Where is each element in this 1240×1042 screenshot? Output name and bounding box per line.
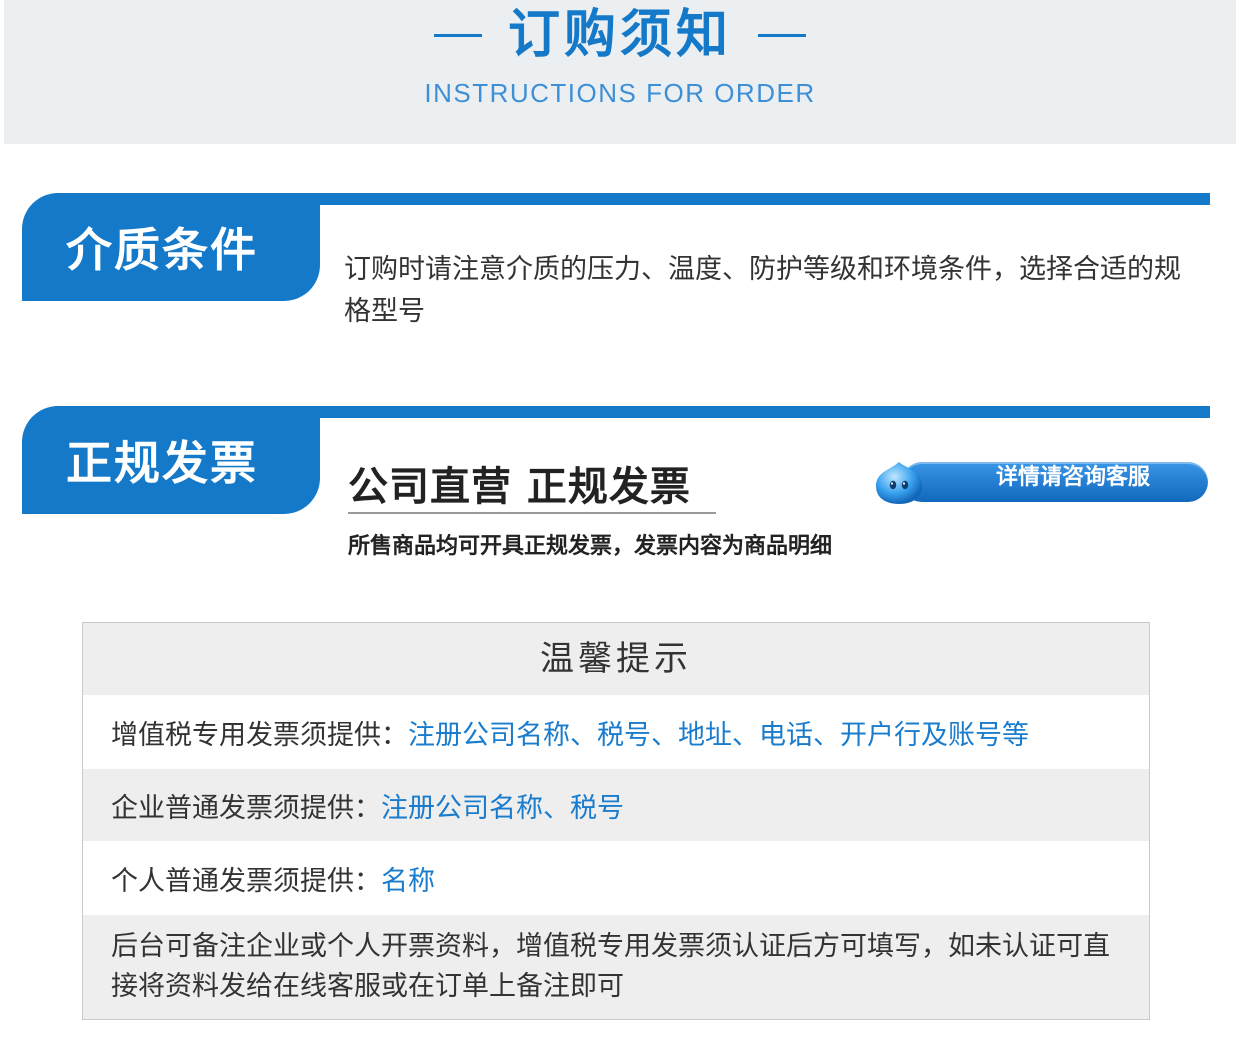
medium-conditions-section: 介质条件 订购时请注意介质的压力、温度、防护等级和环境条件，选择合适的规格型号 <box>22 193 1210 333</box>
tips-row-vat-invoice: 增值税专用发票须提供： 注册公司名称、税号、地址、电话、开户行及账号等 <box>83 695 1149 769</box>
consult-button-label: 详情请咨询客服 <box>995 465 1150 490</box>
page-header: 订购须知 INSTRUCTIONS FOR ORDER <box>4 0 1236 144</box>
invoice-note: 所售商品均可开具正规发票，发票内容为商品明细 <box>348 534 833 559</box>
page-title: 订购须知 <box>507 4 732 65</box>
section-tab-label: 正规发票 <box>66 436 258 490</box>
tips-table: 温馨提示 增值税专用发票须提供： 注册公司名称、税号、地址、电话、开户行及账号等 … <box>82 622 1150 1020</box>
tips-row-label: 增值税专用发票须提供： <box>111 719 408 751</box>
tips-note: 后台可备注企业或个人开票资料，增值税专用发票须认证后方可填写，如未认证可直接将资… <box>111 931 1110 1002</box>
medium-conditions-text: 订购时请注意介质的压力、温度、防护等级和环境条件，选择合适的规格型号 <box>344 254 1181 327</box>
tips-note-row: 后台可备注企业或个人开票资料，增值税专用发票须认证后方可填写，如未认证可直接将资… <box>83 915 1149 1019</box>
tips-row-label: 个人普通发票须提供： <box>111 865 381 897</box>
tips-row-company-invoice: 企业普通发票须提供： 注册公司名称、税号 <box>83 769 1149 841</box>
section-bar <box>292 193 1210 205</box>
consult-customer-service-button[interactable]: 详情请咨询客服 <box>872 458 1208 506</box>
tips-row-value: 名称 <box>381 865 435 897</box>
tips-row-label: 企业普通发票须提供： <box>111 792 381 824</box>
section-tab: 介质条件 <box>22 193 320 301</box>
title-right-dash <box>758 33 806 37</box>
title-left-dash <box>433 33 482 37</box>
section-tab: 正规发票 <box>22 406 320 514</box>
header-title-row: 订购须知 <box>4 6 1236 64</box>
invoice-heading: 公司直营 正规发票 <box>348 464 691 510</box>
mascot-icon <box>876 462 922 504</box>
tips-title: 温馨提示 <box>83 623 1149 695</box>
tips-row-personal-invoice: 个人普通发票须提供： 名称 <box>83 841 1149 915</box>
section-bar <box>292 406 1210 418</box>
section-tab-label: 介质条件 <box>66 223 258 277</box>
page-subtitle: INSTRUCTIONS FOR ORDER <box>424 78 816 108</box>
tips-row-value: 注册公司名称、税号、地址、电话、开户行及账号等 <box>408 719 1029 751</box>
invoice-section: 正规发票 公司直营 正规发票 所售商品均可开具正规发票，发票内容为商品明细 详情… <box>22 406 1210 566</box>
tips-row-value: 注册公司名称、税号 <box>381 792 624 824</box>
heading-underline <box>348 512 716 514</box>
